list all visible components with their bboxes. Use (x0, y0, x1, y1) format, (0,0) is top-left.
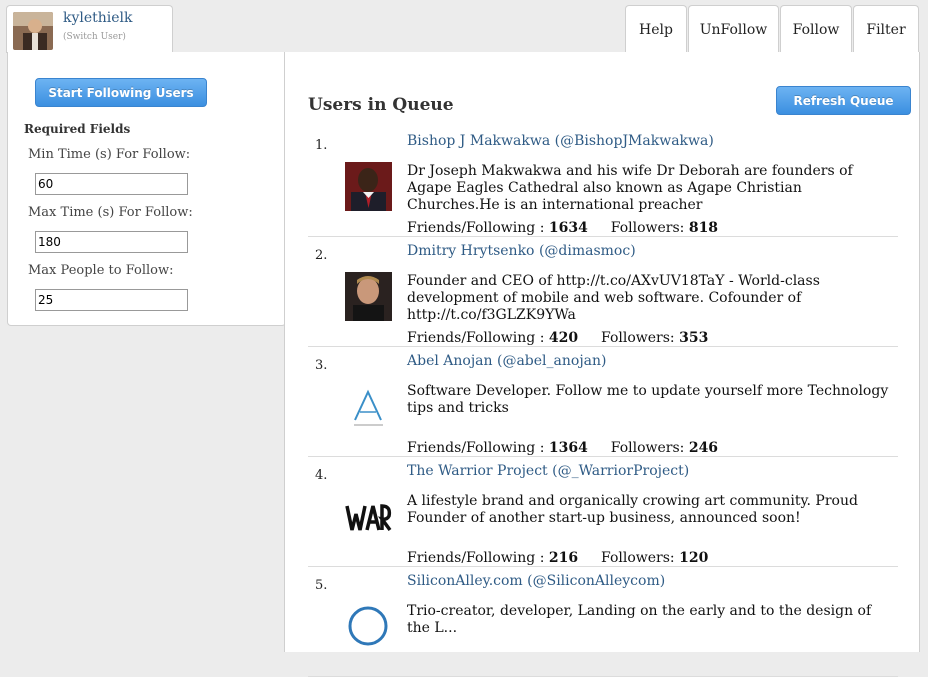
user-stats: Friends/Following : 1634 Followers: 818 (407, 220, 718, 236)
tab-help[interactable]: Help (625, 5, 687, 53)
user-name-link[interactable]: Abel Anojan (@abel_anojan) (407, 353, 607, 369)
queue-panel: Users in Queue Refresh Queue 1. Bishop J… (284, 52, 920, 677)
max-people-input[interactable] (35, 289, 188, 311)
followers-label: Followers: (610, 220, 685, 236)
user-description: Trio-creator, developer, Landing on the … (407, 603, 872, 636)
list-item: 3. Abel Anojan (@abel_anojan) Software D… (308, 347, 898, 457)
followers-count: 120 (679, 550, 709, 566)
tab-follow[interactable]: Follow (780, 5, 852, 53)
item-number: 1. (315, 138, 328, 153)
min-time-label: Min Time (s) For Follow: (28, 147, 191, 162)
list-item: 5. SiliconAlley.com (@SiliconAlleycom) T… (308, 567, 898, 677)
list-item: 2. Dmitry Hrytsenko (@dimasmoc) Founder … (308, 237, 898, 347)
friends-label: Friends/Following : (407, 550, 545, 566)
tab-filter[interactable]: Filter (853, 5, 919, 53)
user-switcher[interactable]: kylethielk (Switch User) (6, 5, 173, 53)
max-people-label: Max People to Follow: (28, 263, 174, 278)
list-item: 1. Bishop J Makwakwa (@BishopJMakwakwa) … (308, 127, 898, 237)
user-stats: Friends/Following : 420 Followers: 353 (407, 330, 708, 346)
user-avatar (345, 382, 392, 431)
user-avatar (13, 12, 53, 50)
followers-count: 246 (688, 440, 719, 456)
user-avatar (345, 602, 392, 651)
tab-bar: Help UnFollow Follow Filter (625, 5, 920, 53)
user-avatar (345, 272, 392, 321)
user-description: A lifestyle brand and organically crowin… (407, 493, 858, 526)
min-time-input[interactable] (35, 173, 188, 195)
user-stats: Friends/Following : 216 Followers: 120 (407, 550, 708, 566)
followers-count: 353 (679, 330, 709, 346)
user-name-link[interactable]: Dmitry Hrytsenko (@dimasmoc) (407, 243, 636, 259)
page-title: Users in Queue (308, 95, 454, 115)
list-item: 4. The Warrior Project (@_WarriorProject… (308, 457, 898, 567)
tab-unfollow[interactable]: UnFollow (688, 5, 779, 53)
start-following-button[interactable]: Start Following Users (35, 78, 207, 107)
followers-label: Followers: (601, 550, 675, 566)
item-number: 3. (315, 358, 328, 373)
user-name-link[interactable]: Bishop J Makwakwa (@BishopJMakwakwa) (407, 133, 714, 149)
friends-count: 1634 (548, 220, 588, 236)
friends-count: 1364 (548, 440, 588, 456)
user-description: Founder and CEO of http://t.co/AXvUV18Ta… (407, 273, 820, 323)
friends-label: Friends/Following : (407, 330, 545, 346)
user-description: Dr Joseph Makwakwa and his wife Dr Debor… (407, 163, 853, 213)
item-number: 2. (315, 248, 328, 263)
friends-label: Friends/Following : (407, 440, 545, 456)
user-avatar (345, 492, 392, 541)
user-avatar (345, 162, 392, 211)
max-time-label: Max Time (s) For Follow: (28, 205, 193, 220)
user-name-link[interactable]: The Warrior Project (@_WarriorProject) (407, 463, 689, 479)
user-description: Software Developer. Follow me to update … (407, 383, 889, 416)
switch-user-link[interactable]: (Switch User) (63, 32, 126, 42)
refresh-queue-button[interactable]: Refresh Queue (776, 86, 911, 115)
settings-panel: Start Following Users Required Fields Mi… (7, 52, 286, 326)
queue-list: 1. Bishop J Makwakwa (@BishopJMakwakwa) … (308, 127, 898, 677)
max-time-input[interactable] (35, 231, 188, 253)
item-number: 5. (315, 578, 328, 593)
user-stats: Friends/Following : 1364 Followers: 246 (407, 440, 718, 456)
friends-count: 216 (548, 550, 579, 566)
friends-label: Friends/Following : (407, 220, 545, 236)
followers-count: 818 (688, 220, 719, 236)
followers-label: Followers: (601, 330, 675, 346)
required-fields-heading: Required Fields (24, 122, 131, 136)
item-number: 4. (315, 468, 328, 483)
friends-count: 420 (548, 330, 579, 346)
username[interactable]: kylethielk (63, 10, 133, 26)
user-name-link[interactable]: SiliconAlley.com (@SiliconAlleycom) (407, 573, 665, 589)
followers-label: Followers: (610, 440, 685, 456)
